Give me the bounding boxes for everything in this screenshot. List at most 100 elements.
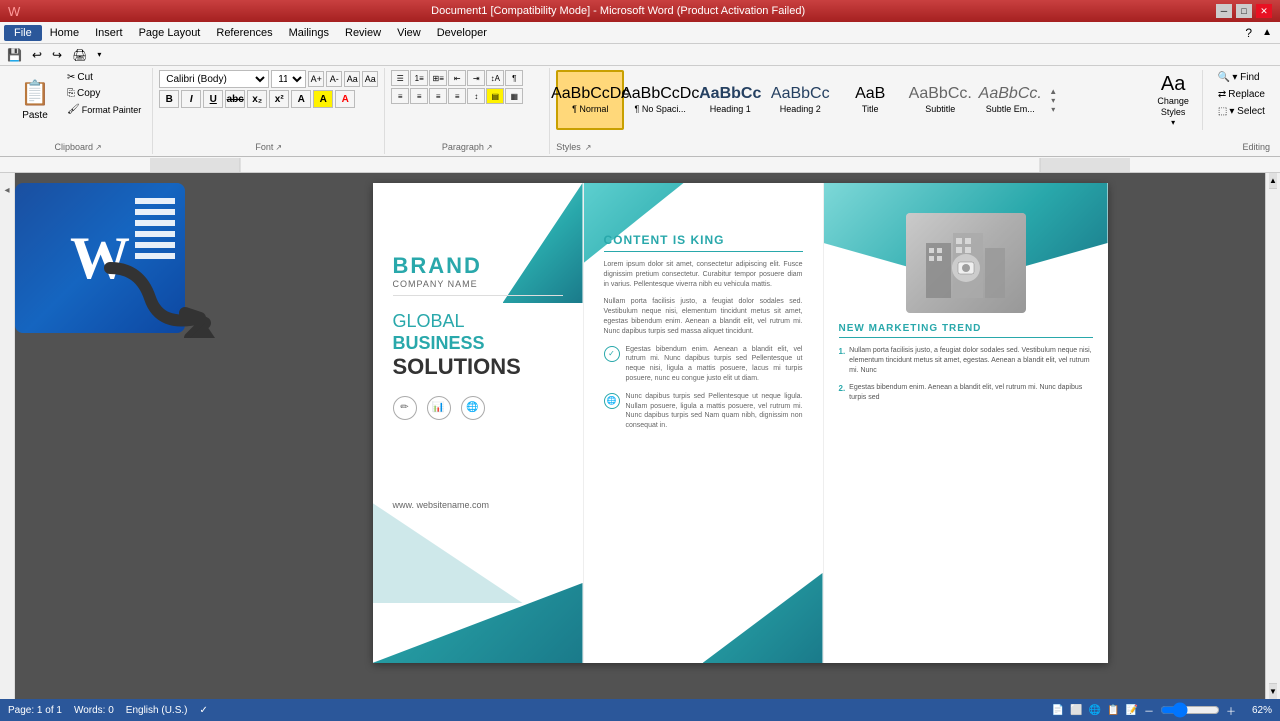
bullets-button[interactable]: ☰ [391,70,409,86]
line-spacing-button[interactable]: ↕ [467,88,485,104]
page-marker: ◂ [4,185,9,196]
change-editing-wrapper: Aa ChangeStyles ▾ 🔍 ▾ Find ⇄ [1148,70,1270,130]
cut-button[interactable]: ✂ Cut [62,70,146,85]
font-expand-icon[interactable]: ↗ [275,143,282,152]
view-print-btn[interactable]: 📄 [1052,705,1064,716]
style-no-spacing-preview: AaBbCcDc [621,86,699,102]
borders-button[interactable]: ▦ [505,88,523,104]
menu-view[interactable]: View [389,25,429,41]
bullet-icon-2: 🌐 [604,393,620,409]
word-logo-area: W [15,183,205,338]
style-subtitle[interactable]: AaBbCc. Subtitle [906,70,974,130]
subscript-button[interactable]: x₂ [247,90,267,108]
align-center-button[interactable]: ≡ [410,88,428,104]
clear-format-button[interactable]: Aa [344,71,360,87]
format-painter-button[interactable]: 🖌 Format Painter [62,102,146,117]
view-outline-btn[interactable]: 📋 [1107,705,1119,716]
style-no-spacing[interactable]: AaBbCcDc ¶ No Spaci... [626,70,694,130]
find-button[interactable]: 🔍 ▾ Find [1213,70,1265,85]
menu-review[interactable]: Review [337,25,389,41]
text-highlight-button[interactable]: A [313,90,333,108]
paste-button[interactable]: 📋 Paste [10,70,60,130]
align-left-button[interactable]: ≡ [391,88,409,104]
italic-button[interactable]: I [181,90,201,108]
menu-file[interactable]: File [4,25,42,41]
replace-button[interactable]: ⇄ Replace [1213,87,1270,102]
style-normal[interactable]: AaBbCcDc ¶ Normal [556,70,624,130]
maximize-button[interactable]: □ [1236,4,1252,18]
strikethrough-button[interactable]: abc [225,90,245,108]
zoom-out-button[interactable]: － [1144,703,1154,718]
text-effects-button[interactable]: A [291,90,311,108]
solutions-text: SOLUTIONS [393,354,563,380]
bold-button[interactable]: B [159,90,179,108]
zoom-slider[interactable] [1160,705,1220,715]
find-label: ▾ Find [1232,72,1259,83]
print-qa-button[interactable]: 🖨 [69,47,90,63]
shrink-font-button[interactable]: A- [326,71,342,87]
show-marks-button[interactable]: ¶ [505,70,523,86]
list-buttons-row: ☰ 1≡ ⊞≡ ⇤ ⇥ ↕A ¶ [391,70,543,86]
menu-mailings[interactable]: Mailings [281,25,337,41]
font-size-select[interactable]: 11 [271,70,306,88]
bullet-icon-1: ✓ [604,346,620,362]
select-button[interactable]: ⬚ ▾ Select [1213,104,1270,119]
styles-expand-icon[interactable]: ↗ [585,143,592,152]
qa-dropdown-icon[interactable]: ▾ [94,49,104,60]
sort-button[interactable]: ↕A [486,70,504,86]
font-name-select[interactable]: Calibri (Body) [159,70,269,88]
multilevel-list-button[interactable]: ⊞≡ [429,70,447,86]
paragraph-label: Paragraph ↗ [391,140,543,152]
grow-font-button[interactable]: A+ [308,71,324,87]
numbering-button[interactable]: 1≡ [410,70,428,86]
style-title[interactable]: AaB Title [836,70,904,130]
scroll-down-button[interactable]: ▼ [1269,683,1277,699]
document-area[interactable]: W [15,173,1265,699]
style-subtle-em[interactable]: AaBbCc. Subtle Em... [976,70,1044,130]
style-heading1[interactable]: AaBbCc Heading 1 [696,70,764,130]
brand-text: BRAND [393,253,563,279]
superscript-button[interactable]: x² [269,90,289,108]
main-area: ◂ W [0,173,1280,699]
change-case-button[interactable]: Aa [362,71,378,87]
justify-button[interactable]: ≡ [448,88,466,104]
ribbon-minimize-icon[interactable]: ▲ [1258,27,1276,38]
menu-references[interactable]: References [208,25,280,41]
shading-button[interactable]: ▤ [486,88,504,104]
increase-indent-button[interactable]: ⇥ [467,70,485,86]
zoom-level[interactable]: 62% [1242,705,1272,716]
right-scrollbar[interactable]: ▲ ▼ [1265,173,1280,699]
scroll-up-button[interactable]: ▲ [1269,173,1277,189]
minimize-button[interactable]: ─ [1216,4,1232,18]
underline-button[interactable]: U [203,90,223,108]
close-button[interactable]: ✕ [1256,4,1272,18]
view-draft-btn[interactable]: 📝 [1126,705,1138,716]
menu-bar: File Home Insert Page Layout References … [0,22,1280,44]
copy-button[interactable]: ⎘ Copy [62,86,146,101]
spell-check-icon[interactable]: ✓ [199,705,207,716]
decrease-indent-button[interactable]: ⇤ [448,70,466,86]
clipboard-expand-icon[interactable]: ↗ [95,143,102,152]
more-styles-button[interactable]: ▲ ▾ ▾ [1046,70,1060,130]
style-heading2-preview: AaBbCc [771,86,830,102]
menu-developer[interactable]: Developer [429,25,495,41]
font-controls: Calibri (Body) 11 A+ A- Aa Aa B I U abc … [159,70,378,140]
icon-chart: 📊 [427,396,451,420]
font-color-button[interactable]: A [335,90,355,108]
font-format-row: B I U abc x₂ x² A A A [159,90,378,108]
paragraph-expand-icon[interactable]: ↗ [486,143,493,152]
menu-insert[interactable]: Insert [87,25,131,41]
help-icon[interactable]: ? [1239,26,1258,40]
menu-page-layout[interactable]: Page Layout [131,25,209,41]
save-qa-button[interactable]: 💾 [4,47,25,63]
align-right-button[interactable]: ≡ [429,88,447,104]
zoom-in-button[interactable]: ＋ [1226,703,1236,718]
align-buttons-row: ≡ ≡ ≡ ≡ ↕ ▤ ▦ [391,88,543,104]
view-full-btn[interactable]: ⬜ [1070,705,1082,716]
redo-qa-button[interactable]: ↪ [49,47,65,63]
change-styles-button[interactable]: Aa ChangeStyles ▾ [1148,70,1198,130]
undo-qa-button[interactable]: ↩ [29,47,45,63]
menu-home[interactable]: Home [42,25,87,41]
view-web-btn[interactable]: 🌐 [1089,705,1101,716]
style-heading2[interactable]: AaBbCc Heading 2 [766,70,834,130]
